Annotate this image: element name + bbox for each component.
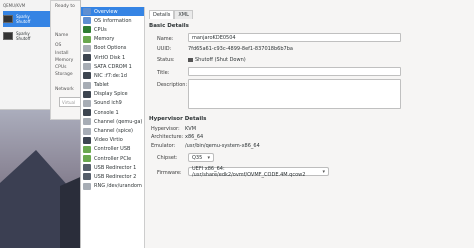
- boot-icon: [83, 44, 91, 52]
- usb-icon: [83, 173, 91, 181]
- sidebar-item-tablet[interactable]: Tablet: [81, 81, 144, 90]
- sidebar-item-channel-spice[interactable]: Channel (spice): [81, 126, 144, 135]
- tab-bar: Details XML: [149, 10, 193, 19]
- info-icon: [83, 8, 91, 16]
- tablet-icon: [83, 81, 91, 89]
- title-label: Title:: [157, 70, 170, 76]
- dialog-label: OS: [55, 43, 62, 48]
- title-field[interactable]: [188, 67, 401, 76]
- controller-icon: [83, 145, 91, 153]
- uuid-value: 7fd65a61-c93c-4899-8ef1-837018b6b7ba: [188, 46, 293, 52]
- sidebar-item-nic[interactable]: NIC :f7:de:1d: [81, 71, 144, 80]
- dialog-label: Memory: [55, 58, 74, 63]
- console-icon: [83, 109, 91, 117]
- hypervisor-details-heading: Hypervisor Details: [149, 116, 207, 122]
- sidebar-item-channel-qemu-ga[interactable]: Channel (qemu-ga): [81, 117, 144, 126]
- sidebar-item-video-virtio[interactable]: Video Virtio: [81, 136, 144, 145]
- architecture-label: Architecture:: [151, 134, 184, 140]
- dialog-label: Name: [55, 33, 69, 38]
- hypervisor-label: Hypervisor:: [151, 126, 180, 132]
- description-field[interactable]: [188, 79, 401, 109]
- dialog-label: Storage: [55, 72, 73, 77]
- sidebar-item-boot-options[interactable]: Boot Options: [81, 44, 144, 53]
- sidebar-item-controller-usb[interactable]: Controller USB: [81, 145, 144, 154]
- hardware-list: Overview OS information CPUs Memory Boot…: [81, 7, 145, 248]
- shutoff-icon: [188, 57, 193, 62]
- status-value: Shutoff (Shut Down): [188, 57, 246, 63]
- sidebar-item-os-information[interactable]: OS information: [81, 16, 144, 25]
- emulator-label: Emulator:: [151, 143, 176, 149]
- chipset-select[interactable]: Q35 ▾: [188, 153, 214, 162]
- vm-state: Shutoff: [16, 19, 31, 24]
- firmware-select[interactable]: UEFI x86_64: /usr/share/edk2/ovmf/OVMF_C…: [188, 166, 329, 178]
- sidebar-item-virtio-disk[interactable]: VirtIO Disk 1: [81, 53, 144, 62]
- display-icon: [83, 90, 91, 98]
- memory-icon: [83, 35, 91, 43]
- rng-icon: [83, 182, 91, 190]
- vm-details-window: Overview OS information CPUs Memory Boot…: [80, 0, 474, 248]
- video-icon: [83, 136, 91, 144]
- description-label: Description:: [157, 82, 188, 88]
- dialog-label: Install: [55, 51, 69, 56]
- chevron-down-icon: ▾: [207, 154, 210, 161]
- sound-icon: [83, 99, 91, 107]
- sidebar-item-rng[interactable]: RNG /dev/urandom: [81, 182, 144, 191]
- firmware-label: Firmware:: [157, 170, 182, 176]
- tab-details[interactable]: Details: [149, 10, 175, 19]
- hypervisor-value: KVM: [185, 126, 197, 132]
- usb-icon: [83, 164, 91, 172]
- emulator-value: /usr/bin/qemu-system-x86_64: [185, 143, 260, 149]
- chevron-down-icon: ▾: [322, 168, 325, 175]
- details-panel: Basic Details Name: manjaroKDE0504 UUID:…: [149, 19, 474, 248]
- info-icon: [83, 17, 91, 25]
- sidebar-item-sound[interactable]: Sound ich9: [81, 99, 144, 108]
- channel-icon: [83, 127, 91, 135]
- sidebar-item-controller-pcie[interactable]: Controller PCIe: [81, 154, 144, 163]
- cdrom-icon: [83, 63, 91, 71]
- disk-icon: [83, 54, 91, 62]
- sidebar-item-usb-redirector-1[interactable]: USB Redirector 1: [81, 163, 144, 172]
- uuid-label: UUID:: [157, 46, 172, 52]
- monitor-icon: [3, 32, 13, 40]
- tab-xml[interactable]: XML: [174, 10, 193, 19]
- sidebar-item-overview[interactable]: Overview: [81, 7, 144, 17]
- cpu-icon: [83, 26, 91, 34]
- sidebar-item-sata-cdrom[interactable]: SATA CDROM 1: [81, 62, 144, 71]
- name-field[interactable]: manjaroKDE0504: [188, 33, 401, 42]
- monitor-icon: [3, 15, 13, 23]
- name-label: Name:: [157, 36, 174, 42]
- sidebar-item-display-spice[interactable]: Display Spice: [81, 90, 144, 99]
- channel-icon: [83, 118, 91, 126]
- sidebar-item-usb-redirector-2[interactable]: USB Redirector 2: [81, 172, 144, 181]
- vm-state: Shutoff: [16, 36, 31, 41]
- chipset-label: Chipset:: [157, 155, 178, 161]
- dialog-label: CPUs: [55, 65, 67, 70]
- architecture-value: x86_64: [185, 134, 204, 140]
- dialog-title: Ready to: [55, 4, 75, 9]
- dialog-label: Network: [55, 87, 74, 92]
- sidebar-item-console[interactable]: Console 1: [81, 108, 144, 117]
- sidebar-item-memory[interactable]: Memory: [81, 35, 144, 44]
- controller-icon: [83, 155, 91, 163]
- network-icon: [83, 72, 91, 80]
- connection-label: QEMU/KVM: [3, 3, 26, 8]
- status-label: Status:: [157, 57, 175, 63]
- sidebar-item-cpus[interactable]: CPUs: [81, 25, 144, 34]
- basic-details-heading: Basic Details: [149, 23, 189, 29]
